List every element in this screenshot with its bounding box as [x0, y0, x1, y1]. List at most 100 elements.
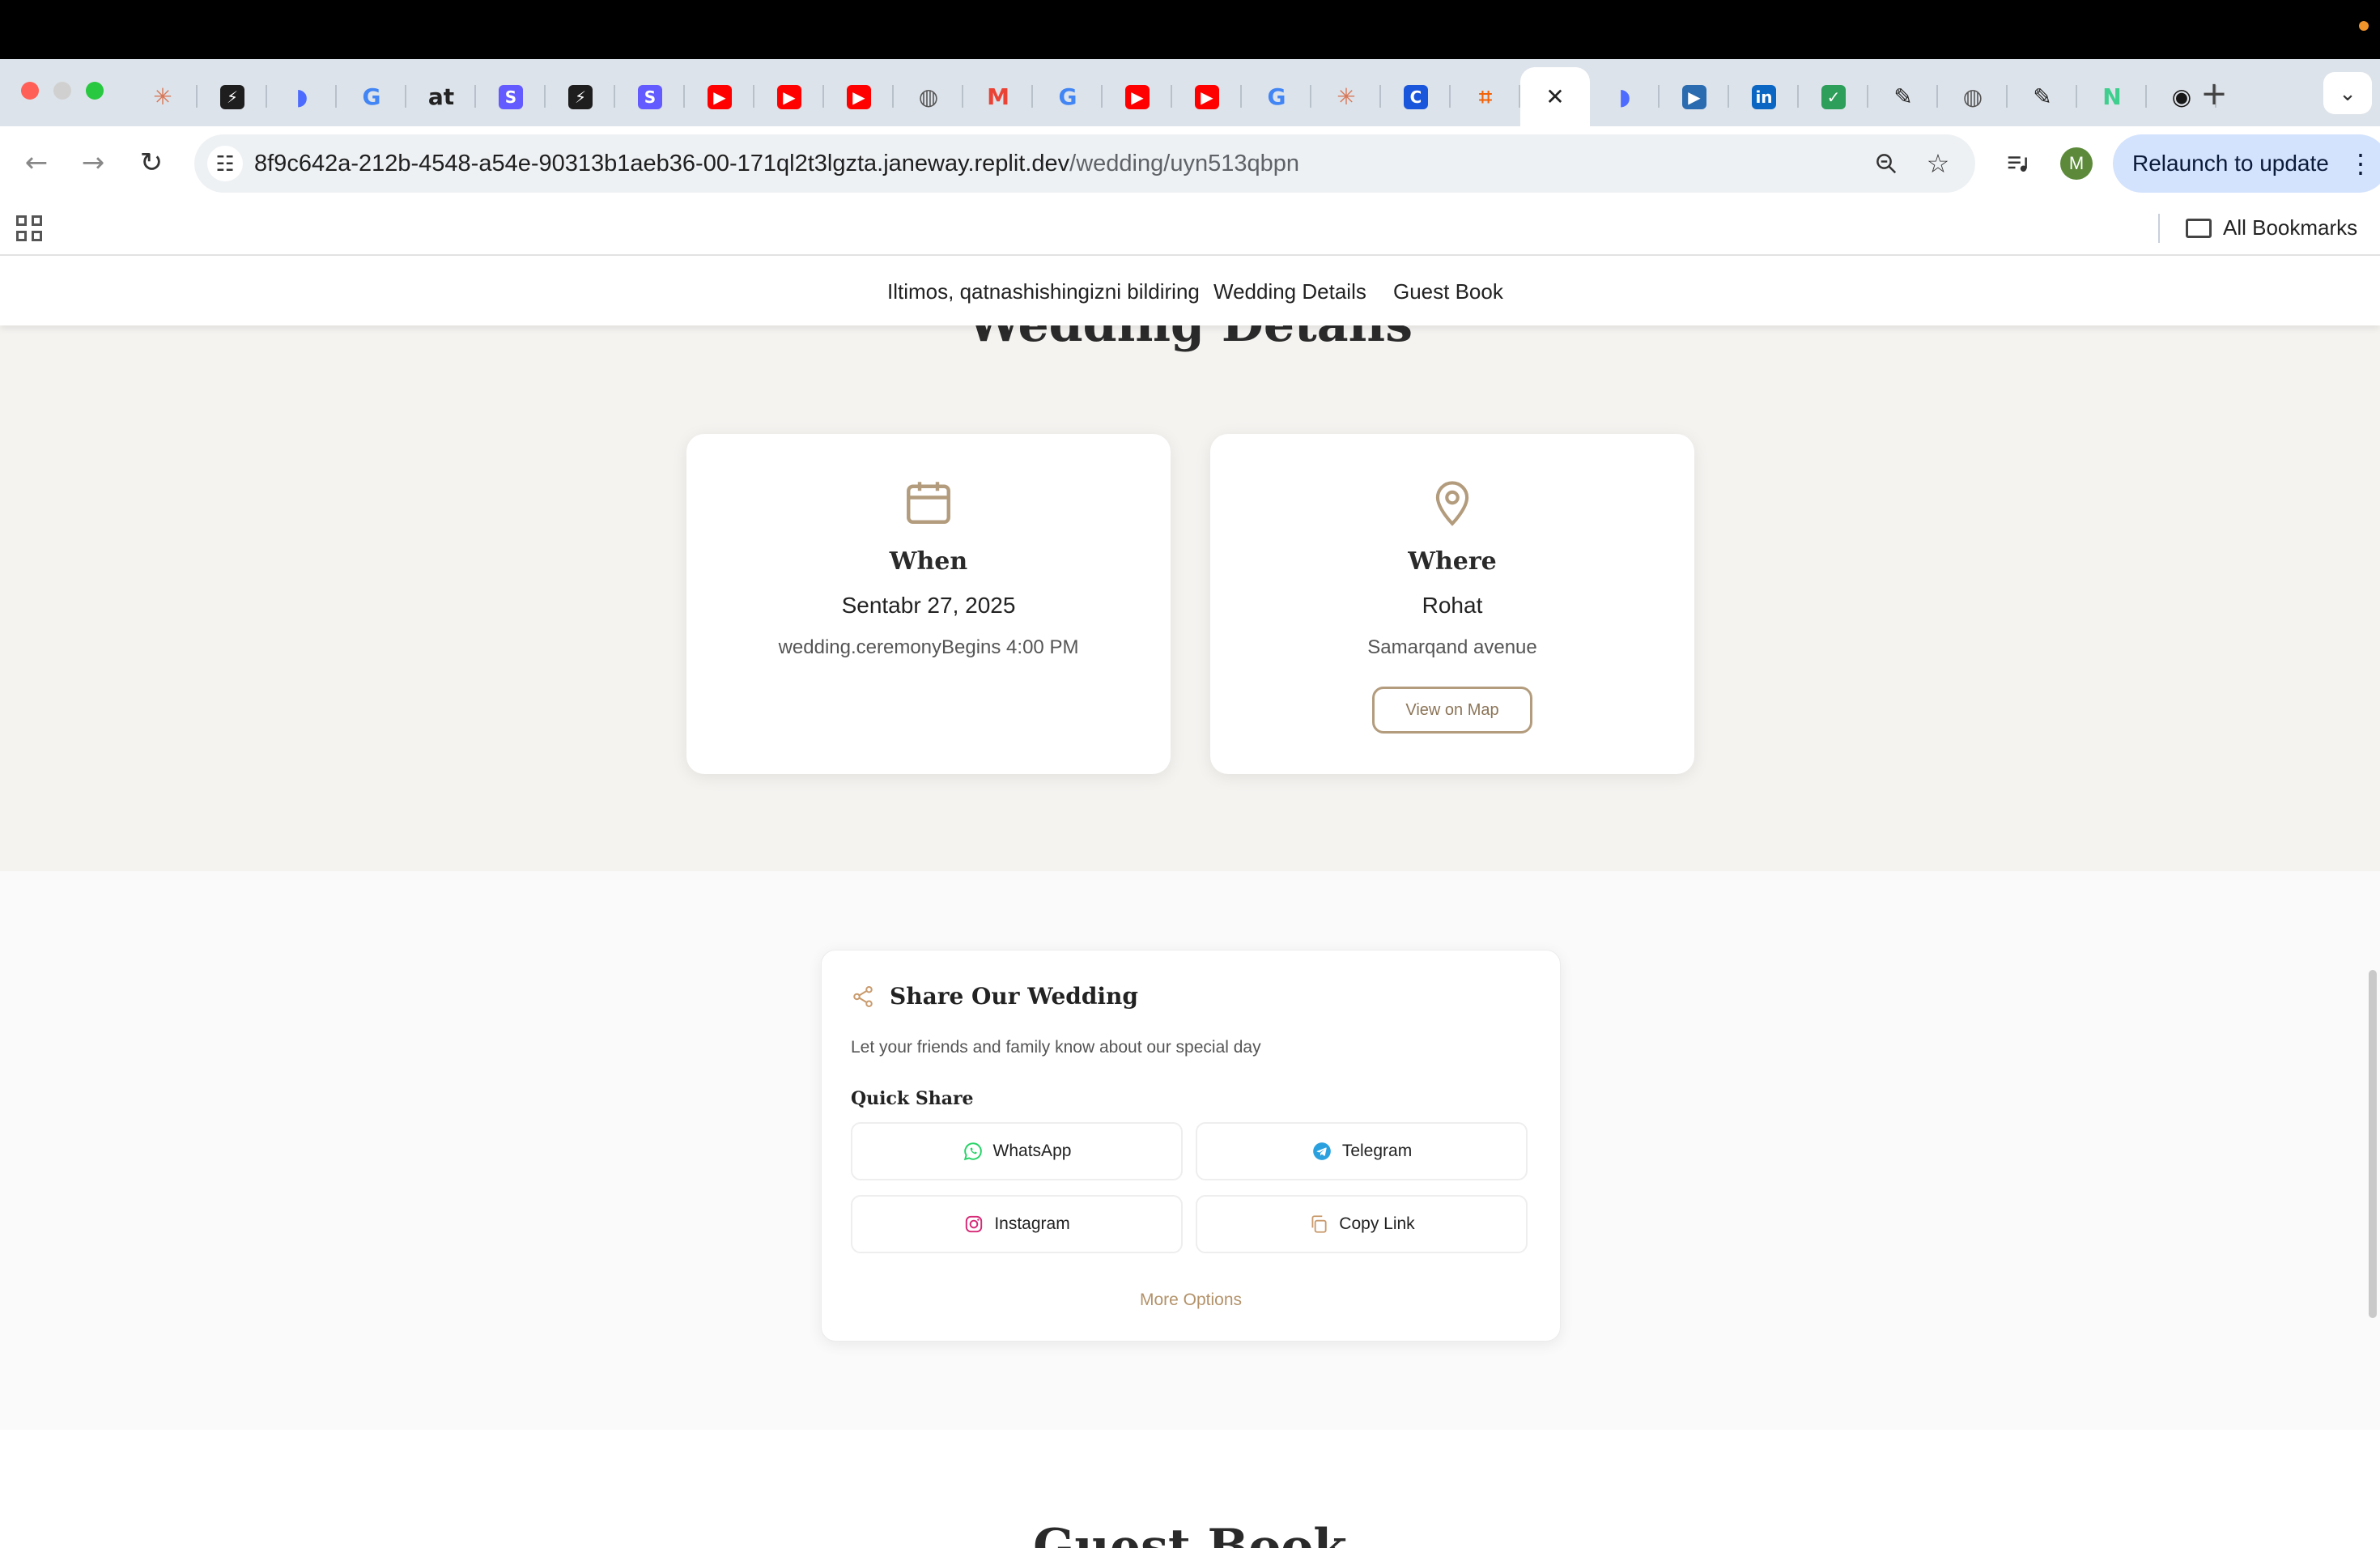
ext-icon: ✎	[1893, 83, 1913, 110]
ceremony-time: wedding.ceremonyBegins 4:00 PM	[778, 636, 1079, 658]
browser-tab[interactable]: S	[615, 67, 685, 126]
browser-tab[interactable]: ⌗	[1451, 67, 1520, 126]
url-text[interactable]: 8f9c642a-212b-4548-a54e-90313b1aeb36-00-…	[254, 134, 1299, 193]
window-zoom-button[interactable]	[86, 82, 104, 100]
browser-tab[interactable]: ⚡	[546, 67, 615, 126]
notification-dot	[2359, 21, 2369, 31]
where-heading: Where	[1408, 547, 1497, 576]
browser-tab[interactable]: N	[2077, 67, 2147, 126]
s-app-icon: S	[638, 84, 662, 109]
site-navbar: Iltimos, qatnashishingizni bildiring Wed…	[0, 257, 2380, 325]
browser-tab[interactable]: ▶	[754, 67, 824, 126]
browser-tab[interactable]: at	[406, 67, 476, 126]
window-close-button[interactable]	[21, 82, 39, 100]
browser-tab[interactable]: ◍	[1938, 67, 2008, 126]
new-tab-button[interactable]: +	[2194, 74, 2234, 114]
address-bar[interactable]: ☷ 8f9c642a-212b-4548-a54e-90313b1aeb36-0…	[194, 134, 1975, 193]
browser-tab[interactable]: M	[963, 67, 1033, 126]
nav-rsvp-link[interactable]: Iltimos, qatnashishingizni bildiring	[887, 257, 1200, 325]
browser-toolbar: ← → ↻ ☷ 8f9c642a-212b-4548-a54e-90313b1a…	[0, 126, 2380, 201]
browser-tab[interactable]: ✎	[2008, 67, 2077, 126]
menu-kebab-icon[interactable]: ⋮	[2348, 134, 2374, 193]
replit-icon: ⌗	[1479, 83, 1492, 110]
browser-tab[interactable]: ✎	[1868, 67, 1938, 126]
s-app-icon: S	[499, 84, 523, 109]
browser-tab[interactable]: ✕	[1520, 67, 1590, 126]
quick-share-label: Quick Share	[851, 1088, 974, 1109]
venue-name: Rohat	[1422, 593, 1483, 618]
venue-address: Samarqand avenue	[1367, 636, 1537, 658]
browser-tab[interactable]: ✓	[1799, 67, 1868, 126]
whatsapp-share-button[interactable]: WhatsApp	[851, 1122, 1183, 1180]
youtube-icon: ▶	[1195, 84, 1219, 109]
browser-tab[interactable]: ▶	[824, 67, 894, 126]
browser-tab[interactable]: G	[1033, 67, 1103, 126]
forward-button[interactable]: →	[73, 142, 113, 183]
browser-tab[interactable]: in	[1729, 67, 1799, 126]
share-icon	[851, 985, 875, 1013]
profile-avatar[interactable]: M	[2060, 147, 2093, 180]
more-options-link[interactable]: More Options	[822, 1291, 1560, 1310]
c-app-icon: C	[1404, 84, 1428, 109]
ext-icon: ✎	[2033, 83, 2052, 110]
page-scrollbar[interactable]	[2369, 970, 2377, 1318]
youtube-icon: ▶	[708, 84, 732, 109]
all-bookmarks-button[interactable]: All Bookmarks	[2186, 201, 2357, 254]
gmail-icon: M	[987, 83, 1009, 110]
whatsapp-icon	[963, 1141, 984, 1162]
window-minimize-button[interactable]	[53, 82, 71, 100]
browser-tab[interactable]: ▶	[1103, 67, 1172, 126]
share-subtitle: Let your friends and family know about o…	[851, 1038, 1261, 1057]
browser-tab[interactable]: G	[337, 67, 406, 126]
browser-tab[interactable]: ⚡	[198, 67, 267, 126]
where-card: Where Rohat Samarqand avenue View on Map	[1210, 434, 1694, 774]
claude-icon: ✳	[153, 83, 172, 110]
browser-tab[interactable]: ✳	[1311, 67, 1381, 126]
browser-tab[interactable]: S	[476, 67, 546, 126]
guest-book-heading: Guest Book	[1033, 1519, 1347, 1548]
checklist-icon: ✓	[1821, 84, 1846, 109]
deepseek-icon: ◗	[295, 83, 308, 110]
apps-grid-icon[interactable]	[16, 215, 44, 243]
browser-tab[interactable]: ▶	[685, 67, 754, 126]
relaunch-button[interactable]: Relaunch to update ⋮	[2113, 134, 2380, 193]
share-title: Share Our Wedding	[890, 983, 1138, 1010]
browser-tab[interactable]: C	[1381, 67, 1451, 126]
back-button[interactable]: ←	[16, 142, 57, 183]
browser-tab[interactable]: ▶	[1660, 67, 1729, 126]
nav-guest-book-link[interactable]: Guest Book	[1393, 257, 1503, 325]
globe-icon: ◍	[918, 83, 939, 110]
media-controls-icon[interactable]	[2000, 146, 2035, 181]
copy-icon	[1308, 1214, 1329, 1235]
telegram-share-button[interactable]: Telegram	[1196, 1122, 1528, 1180]
linkedin-icon: in	[1752, 84, 1776, 109]
notepad-icon: N	[2102, 83, 2122, 110]
nav-wedding-details-link[interactable]: Wedding Details	[1213, 257, 1366, 325]
bolt-icon: ⚡	[568, 84, 593, 109]
reload-button[interactable]: ↻	[131, 142, 172, 183]
wedding-date: Sentabr 27, 2025	[841, 593, 1016, 618]
youtube-icon: ▶	[847, 84, 871, 109]
browser-tab[interactable]: ✳	[128, 67, 198, 126]
view-on-map-button[interactable]: View on Map	[1372, 687, 1532, 734]
close-icon[interactable]: ✕	[1543, 83, 1567, 110]
when-heading: When	[889, 547, 968, 576]
browser-tab[interactable]: ◗	[267, 67, 337, 126]
browser-tab[interactable]: ◗	[1590, 67, 1660, 126]
browser-tab[interactable]: ◍	[894, 67, 963, 126]
google-icon: G	[1267, 83, 1286, 110]
folder-icon	[2186, 219, 2212, 238]
globe-icon: ◍	[1962, 83, 1983, 110]
bookmark-star-icon[interactable]: ☆	[1920, 146, 1956, 181]
share-card: Share Our Wedding Let your friends and f…	[821, 950, 1561, 1342]
os-menu-bar	[0, 0, 2380, 59]
deepseek-icon: ◗	[1618, 83, 1631, 110]
instagram-share-button[interactable]: Instagram	[851, 1195, 1183, 1253]
zoom-icon[interactable]	[1868, 146, 1904, 181]
browser-tab[interactable]: ▶	[1172, 67, 1242, 126]
bolt-icon: ⚡	[220, 84, 244, 109]
site-info-icon[interactable]: ☷	[207, 146, 243, 181]
browser-tab[interactable]: G	[1242, 67, 1311, 126]
tab-search-button[interactable]: ⌄	[2323, 72, 2372, 114]
copy-link-button[interactable]: Copy Link	[1196, 1195, 1528, 1253]
